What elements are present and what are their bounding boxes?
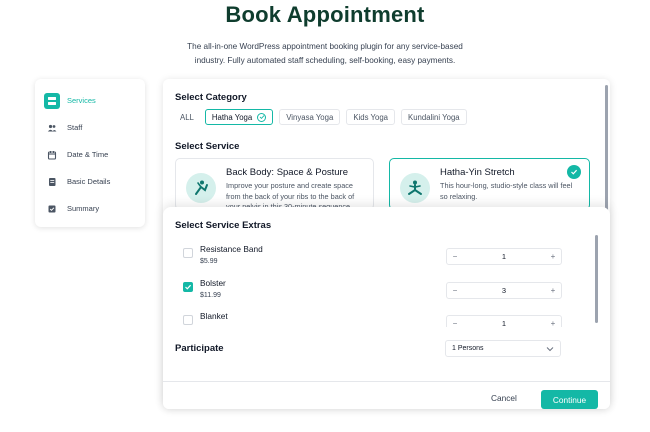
- step-label: Basic Details: [67, 177, 111, 186]
- details-icon: [44, 174, 60, 190]
- service-name: Back Body: Space & Posture: [226, 167, 348, 178]
- extras-scrollbar[interactable]: [595, 235, 598, 323]
- chip-hatha-yoga[interactable]: Hatha Yoga: [204, 109, 274, 125]
- extra-row-bolster: Bolster $11.99 − 3 +: [183, 278, 583, 314]
- step-label: Date & Time: [67, 150, 109, 159]
- step-label: Summary: [67, 204, 100, 213]
- step-summary[interactable]: Summary: [44, 195, 136, 222]
- extra-checkbox[interactable]: [183, 315, 193, 325]
- staff-icon: [44, 120, 60, 136]
- service-card-hatha-yin[interactable]: Hatha-Yin Stretch This hour-long, studio…: [389, 158, 590, 210]
- category-title: Select Category: [175, 92, 247, 103]
- chip-all[interactable]: ALL: [175, 109, 199, 125]
- check-icon: [257, 112, 267, 122]
- selected-check-icon: [567, 165, 581, 179]
- quantity-value[interactable]: 1: [502, 252, 506, 261]
- service-name: Hatha-Yin Stretch: [440, 167, 515, 178]
- quantity-value[interactable]: 3: [502, 286, 506, 295]
- page-subtitle: The all-in-one WordPress appointment boo…: [187, 42, 463, 65]
- check-icon: [185, 284, 192, 290]
- extra-row-blanket: Blanket − 1 +: [183, 311, 583, 327]
- participants-value: 1 Persons: [452, 345, 484, 352]
- service-desc: This hour-long, studio-style class will …: [440, 181, 573, 201]
- service-title: Select Service: [175, 141, 240, 152]
- service-extras-modal: Select Service Extras Resistance Band $5…: [163, 207, 610, 409]
- service-desc: Improve your posture and create space fr…: [226, 181, 355, 210]
- plus-button[interactable]: +: [545, 319, 561, 327]
- extra-name: Resistance Band: [200, 244, 263, 254]
- step-staff[interactable]: Staff: [44, 114, 136, 141]
- yoga-pose-icon: [186, 173, 216, 203]
- footer-divider: [163, 381, 610, 382]
- plus-button[interactable]: +: [545, 252, 561, 261]
- minus-button[interactable]: −: [447, 252, 463, 261]
- chip-kundalini-yoga[interactable]: Kundalini Yoga: [401, 109, 467, 125]
- chip-label: Hatha Yoga: [211, 112, 253, 122]
- chevron-down-icon: [546, 346, 554, 351]
- step-label: Services: [67, 96, 96, 105]
- extra-price: $5.99: [200, 258, 218, 265]
- quantity-value[interactable]: 1: [502, 319, 506, 327]
- extra-checkbox[interactable]: [183, 282, 193, 292]
- extra-price: $11.99: [200, 292, 221, 299]
- category-chips: ALL Hatha Yoga Vinyasa Yoga Kids Yoga Ku…: [175, 109, 467, 125]
- extras-title: Select Service Extras: [175, 220, 272, 231]
- yoga-pose-icon: [400, 173, 430, 203]
- extra-row-resistance-band: Resistance Band $5.99 − 1 +: [183, 244, 583, 280]
- step-services[interactable]: Services: [44, 87, 136, 114]
- step-label: Staff: [67, 123, 83, 132]
- quantity-stepper: − 1 +: [446, 315, 562, 327]
- calendar-icon: [44, 147, 60, 163]
- step-basic-details[interactable]: Basic Details: [44, 168, 136, 195]
- quantity-stepper: − 1 +: [446, 248, 562, 265]
- steps-sidebar: Services Staff Date & Time Basic Details…: [35, 79, 145, 227]
- minus-button[interactable]: −: [447, 319, 463, 327]
- cancel-button[interactable]: Cancel: [491, 393, 517, 403]
- page-title: Book Appointment: [225, 2, 425, 27]
- extra-name: Bolster: [200, 278, 226, 288]
- chip-vinyasa-yoga[interactable]: Vinyasa Yoga: [279, 109, 341, 125]
- summary-icon: [44, 201, 60, 217]
- chip-kids-yoga[interactable]: Kids Yoga: [346, 109, 396, 125]
- quantity-stepper: − 3 +: [446, 282, 562, 299]
- plus-button[interactable]: +: [545, 286, 561, 295]
- extra-checkbox[interactable]: [183, 248, 193, 258]
- services-icon: [44, 92, 60, 109]
- step-date-time[interactable]: Date & Time: [44, 141, 136, 168]
- participate-label: Participate: [175, 343, 224, 354]
- extra-name: Blanket: [200, 311, 228, 321]
- continue-button[interactable]: Continue: [541, 390, 598, 409]
- participants-select[interactable]: 1 Persons: [445, 340, 561, 357]
- minus-button[interactable]: −: [447, 286, 463, 295]
- panel-scrollbar[interactable]: [605, 85, 608, 215]
- service-card-back-body[interactable]: Back Body: Space & Posture Improve your …: [175, 158, 374, 210]
